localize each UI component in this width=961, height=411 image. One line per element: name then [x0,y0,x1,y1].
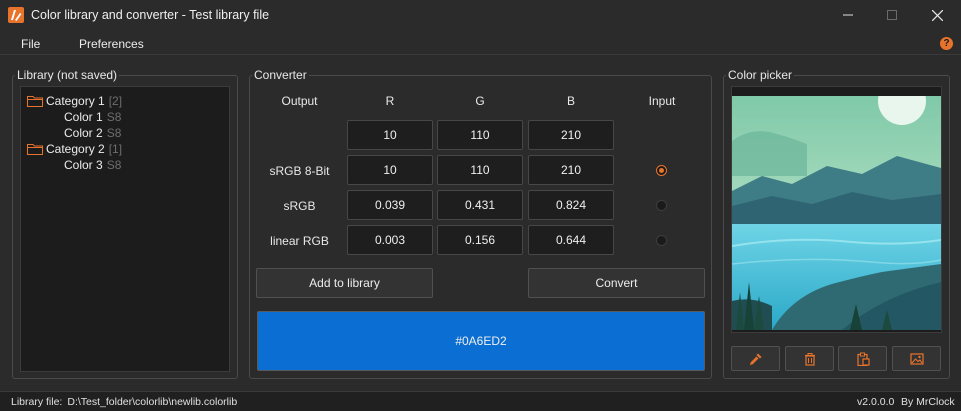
srgb8-b-field[interactable]: 210 [528,155,614,185]
menu-file[interactable]: File [21,37,40,51]
converter-title: Converter [252,68,309,82]
input-radio-srgb8[interactable] [656,165,667,176]
output-g-field[interactable]: 110 [437,120,523,150]
linear-b-field[interactable]: 0.644 [528,225,614,255]
row-label-srgb8: sRGB 8-Bit [269,164,330,178]
tree-label: Color 2 [64,126,103,140]
delete-button[interactable] [785,346,834,371]
srgb8-r-field[interactable]: 10 [347,155,433,185]
close-button[interactable] [914,0,960,30]
palette-app-icon [8,7,24,23]
status-bar: Library file: D:\Test_folder\colorlib\new… [0,391,961,411]
header-input: Input [648,94,676,108]
tree-label: Category 2 [46,142,105,156]
color-picker-title: Color picker [726,68,795,82]
minimize-button[interactable] [825,0,871,30]
minimize-icon [843,14,853,16]
help-icon[interactable]: ? [940,37,953,50]
eyedropper-icon [749,353,761,365]
menu-bar: File Preferences [0,31,961,55]
srgb-r-field[interactable]: 0.039 [347,190,433,220]
header-g: G [475,94,485,108]
tree-meta: S8 [106,158,122,172]
window-title: Color library and converter - Test libra… [31,8,270,22]
tree-color-3[interactable]: Color 3 S8 [64,157,121,173]
convert-button[interactable]: Convert [528,268,705,298]
tree-meta: [2] [108,94,123,108]
srgb8-g-field[interactable]: 110 [437,155,523,185]
add-to-library-button[interactable]: Add to library [256,268,433,298]
tree-color-1[interactable]: Color 1 S8 [64,109,121,125]
paste-icon [856,352,870,366]
color-preview: #0A6ED2 [257,311,705,371]
menu-preferences[interactable]: Preferences [79,37,144,51]
status-label: Library file: [11,396,63,408]
status-library-file: Library file: D:\Test_folder\colorlib\new… [11,396,237,408]
tree-meta: S8 [106,110,122,124]
row-label-linear: linear RGB [270,234,329,248]
maximize-button[interactable] [869,0,915,30]
input-radio-srgb[interactable] [656,200,667,211]
image-icon [909,352,924,365]
output-r-field[interactable]: 10 [347,120,433,150]
title-bar: Color library and converter - Test libra… [0,0,961,30]
row-label-srgb: sRGB [283,199,316,213]
folder-icon [27,144,43,155]
load-image-button[interactable] [892,346,941,371]
srgb-b-field[interactable]: 0.824 [528,190,614,220]
eyedropper-button[interactable] [731,346,780,371]
status-path: D:\Test_folder\colorlib\newlib.colorlib [67,396,238,408]
input-radio-linear[interactable] [656,235,667,246]
header-b: B [566,94,575,108]
tree-meta: S8 [106,126,122,140]
status-version: v2.0.0.0 [857,396,895,408]
linear-g-field[interactable]: 0.156 [437,225,523,255]
status-author: By MrClock [901,396,955,408]
header-r: R [385,94,395,108]
paste-button[interactable] [838,346,887,371]
linear-r-field[interactable]: 0.003 [347,225,433,255]
library-tree[interactable]: Category 1 [2] Color 1 S8 Color 2 S8 Cat… [20,86,230,372]
output-b-field[interactable]: 210 [528,120,614,150]
tree-label: Color 3 [64,158,103,172]
preview-hex: #0A6ED2 [455,334,507,348]
trash-icon [804,352,815,366]
srgb-g-field[interactable]: 0.431 [437,190,523,220]
tree-color-2[interactable]: Color 2 S8 [64,125,121,141]
library-title: Library (not saved) [15,68,120,82]
tree-category-2[interactable]: Category 2 [1] [27,141,122,157]
header-output: Output [281,94,318,108]
folder-icon [27,96,43,107]
tree-label: Color 1 [64,110,103,124]
tree-label: Category 1 [46,94,105,108]
maximize-icon [887,10,897,20]
tree-category-1[interactable]: Category 1 [2] [27,93,122,109]
picker-image[interactable] [732,96,941,330]
tree-meta: [1] [108,142,123,156]
close-icon [931,9,943,21]
landscape-image [732,96,941,330]
